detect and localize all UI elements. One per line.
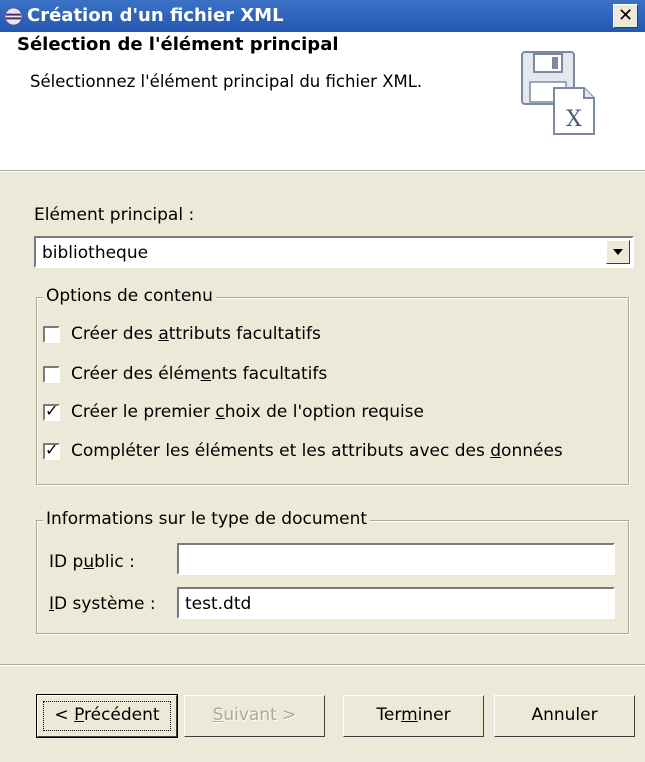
main-element-label: Elément principal : bbox=[34, 205, 195, 225]
close-icon: ✕ bbox=[617, 5, 634, 26]
doc-type-group: Informations sur le type de document ID … bbox=[36, 509, 629, 634]
content-options-group: Options de contenu Créer des attributs f… bbox=[36, 286, 629, 485]
dialog-window: Création d'un fichier XML ✕ Sélection de… bbox=[0, 0, 645, 762]
chevron-down-icon[interactable] bbox=[606, 240, 630, 264]
eclipse-icon bbox=[4, 7, 23, 26]
svg-text:X: X bbox=[566, 107, 582, 132]
checkbox-label: Créer des éléments facultatifs bbox=[71, 364, 328, 384]
system-id-value: test.dtd bbox=[185, 594, 252, 614]
cancel-button[interactable]: Annuler bbox=[494, 695, 635, 737]
content-options-legend: Options de contenu bbox=[43, 286, 216, 306]
focus-ring bbox=[43, 701, 171, 731]
close-button[interactable]: ✕ bbox=[613, 4, 638, 28]
system-id-input[interactable]: test.dtd bbox=[177, 587, 615, 619]
xml-file-icon: X bbox=[521, 51, 595, 135]
checkbox-label: Créer le premier choix de l'option requi… bbox=[71, 402, 425, 422]
page-description: Sélectionnez l'élément principal du fich… bbox=[30, 72, 423, 91]
header-separator bbox=[0, 171, 645, 172]
main-element-select[interactable]: bibliotheque bbox=[34, 236, 634, 268]
public-id-input[interactable] bbox=[177, 543, 615, 575]
checkbox-label: Compléter les éléments et les attributs … bbox=[71, 441, 563, 461]
next-button[interactable]: Suivant > bbox=[184, 695, 325, 737]
footer-separator-highlight bbox=[0, 665, 645, 666]
public-id-label: ID public : bbox=[49, 552, 135, 572]
back-button[interactable]: < Précédent bbox=[36, 694, 178, 738]
checkbox-label: Créer des attributs facultatifs bbox=[71, 324, 321, 344]
checkbox-box[interactable] bbox=[43, 366, 60, 383]
window-title: Création d'un fichier XML bbox=[27, 5, 284, 26]
title-bar[interactable]: Création d'un fichier XML ✕ bbox=[0, 0, 645, 32]
main-element-value: bibliotheque bbox=[42, 243, 149, 263]
checkmark-icon: ✓ bbox=[45, 401, 59, 420]
finish-button[interactable]: Terminer bbox=[343, 695, 484, 737]
checkbox-box[interactable] bbox=[43, 326, 60, 343]
checkbox-box[interactable]: ✓ bbox=[43, 440, 60, 460]
system-id-label: ID système : bbox=[49, 594, 156, 614]
page-title: Sélection de l'élément principal bbox=[17, 34, 339, 55]
checkbox-box[interactable]: ✓ bbox=[43, 401, 60, 421]
doc-type-legend: Informations sur le type de document bbox=[43, 509, 371, 529]
checkmark-icon: ✓ bbox=[45, 440, 59, 459]
